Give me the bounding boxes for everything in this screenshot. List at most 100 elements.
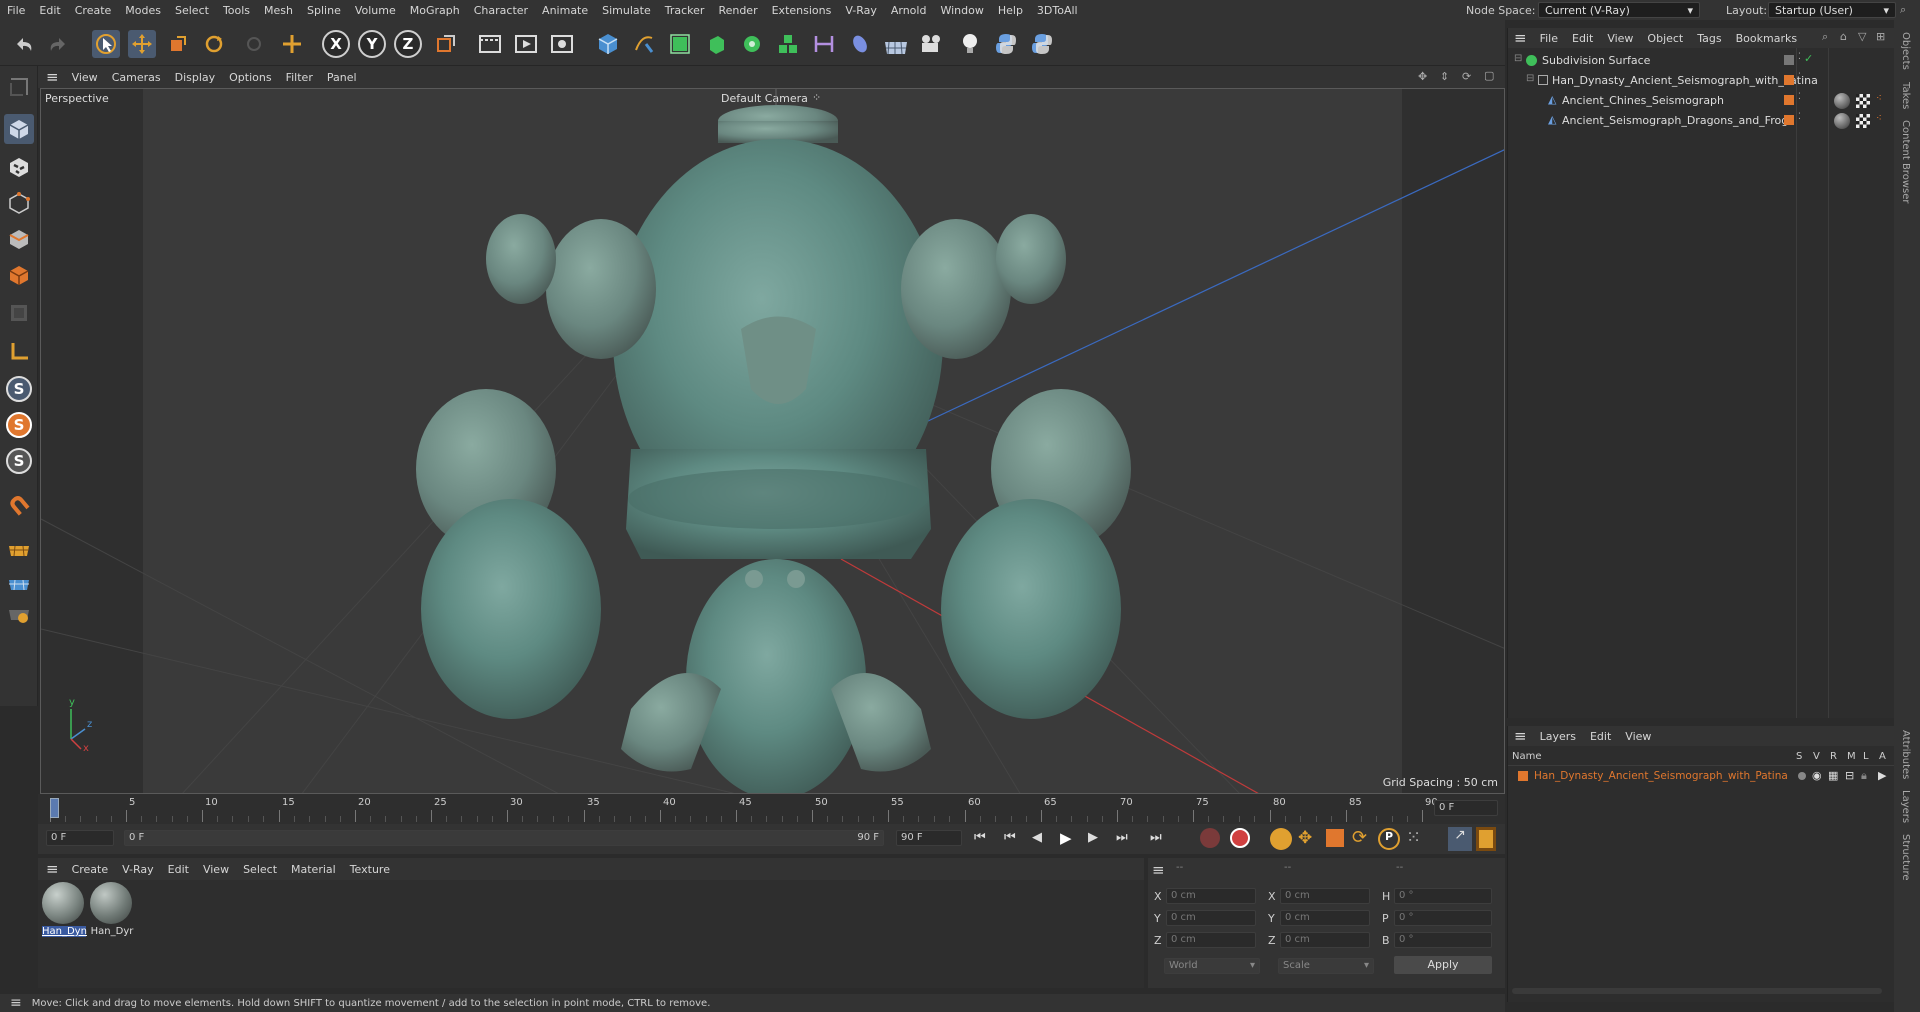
material-swatch[interactable]: Han_Dyr <box>90 882 134 942</box>
object-row[interactable]: ◭ Ancient_Chines_Seismograph ⁚ ⁖ <box>1508 92 1895 110</box>
search-icon[interactable]: ⌕ <box>1822 30 1828 44</box>
key-pla-icon[interactable]: ⁙ <box>1406 827 1421 848</box>
search-icon[interactable]: ⌕ <box>1900 3 1906 17</box>
material-menu-texture[interactable]: Texture <box>343 863 397 876</box>
menu-mograph[interactable]: MoGraph <box>403 4 467 17</box>
material-menu-create[interactable]: Create <box>65 863 116 876</box>
cloner-icon[interactable] <box>738 30 766 58</box>
layer-menu-view[interactable]: View <box>1618 730 1658 743</box>
autokey-icon[interactable] <box>1230 828 1250 848</box>
menu-window[interactable]: Window <box>933 4 990 17</box>
python-plugin-icon[interactable] <box>1028 30 1056 58</box>
render-region-icon[interactable] <box>476 30 504 58</box>
object-row[interactable]: ⊟ Han_Dynasty_Ancient_Seismograph_with_P… <box>1508 72 1895 90</box>
x-axis-lock-icon[interactable]: X <box>322 30 350 58</box>
layer-flag-render[interactable]: R <box>1830 751 1837 762</box>
size-y-field[interactable]: 0 cm <box>1280 910 1370 926</box>
animation-play-icon[interactable]: ▶ <box>1878 769 1886 782</box>
menu-edit[interactable]: Edit <box>32 4 67 17</box>
rotate-tool-icon[interactable] <box>200 30 228 58</box>
camera-icon[interactable] <box>918 30 946 58</box>
key-position-icon[interactable]: ✥ <box>1298 828 1312 848</box>
hamburger-menu-icon[interactable]: ≡ <box>1508 727 1533 745</box>
manager-icon[interactable]: ⊟ <box>1845 769 1854 782</box>
uvw-tag-icon[interactable] <box>1856 94 1870 108</box>
menu-extensions[interactable]: Extensions <box>765 4 839 17</box>
solo-dot-icon[interactable] <box>1798 772 1806 780</box>
object-row[interactable]: ⊟ Subdivision Surface ⁚ ✓ <box>1508 52 1895 70</box>
play-icon[interactable]: ▶ <box>1060 829 1072 847</box>
vertex-map-tag-icon[interactable]: ⁖ <box>1876 93 1882 104</box>
visibility-dots-icon[interactable]: ⁚ <box>1798 112 1801 122</box>
layer-row[interactable]: Han_Dynasty_Ancient_Seismograph_with_Pat… <box>1508 769 1895 785</box>
tab-layers[interactable]: Layers <box>1900 790 1911 823</box>
next-frame-icon[interactable]: ▶ <box>1088 830 1098 845</box>
rot-h-field[interactable]: 0 ° <box>1394 888 1492 904</box>
extrude-generator-icon[interactable] <box>702 30 730 58</box>
z-axis-lock-icon[interactable]: Z <box>394 30 422 58</box>
lock-icon[interactable]: 🔒︎ <box>1861 769 1867 783</box>
menu-tracker[interactable]: Tracker <box>658 4 712 17</box>
points-mode-icon[interactable] <box>4 188 34 218</box>
material-tag-icon[interactable] <box>1834 113 1850 129</box>
apply-button[interactable]: Apply <box>1394 956 1492 974</box>
goto-end-icon[interactable]: ⏭ <box>1150 830 1162 845</box>
menu-simulate[interactable]: Simulate <box>595 4 658 17</box>
workplane-snap-icon[interactable]: S <box>6 448 32 474</box>
live-selection-icon[interactable] <box>240 30 268 58</box>
material-menu-view[interactable]: View <box>196 863 236 876</box>
workplane-icon[interactable] <box>4 532 34 562</box>
material-tag-icon[interactable] <box>1834 93 1850 109</box>
uvw-tag-icon[interactable] <box>1856 114 1870 128</box>
prev-key-icon[interactable]: ⏮ <box>1004 830 1016 845</box>
pen-spline-icon[interactable] <box>630 30 658 58</box>
light-icon[interactable] <box>956 30 984 58</box>
menu-modes[interactable]: Modes <box>118 4 168 17</box>
model-mode-icon[interactable] <box>4 114 34 144</box>
enabled-check-icon[interactable]: ✓ <box>1804 52 1813 65</box>
menu-file[interactable]: File <box>0 4 32 17</box>
layer-color-icon[interactable] <box>1784 95 1794 105</box>
material-menu-select[interactable]: Select <box>236 863 284 876</box>
size-mode-dropdown[interactable]: Scale ▾ <box>1278 958 1374 974</box>
layer-menu-edit[interactable]: Edit <box>1583 730 1618 743</box>
visibility-dots-icon[interactable]: ⁚ <box>1798 92 1801 102</box>
rotate-view-icon[interactable]: ⟳ <box>1462 70 1471 83</box>
start-frame-field[interactable]: 0 F <box>46 830 114 846</box>
menu-render[interactable]: Render <box>711 4 764 17</box>
redo-icon[interactable] <box>44 30 72 58</box>
polygons-mode-icon[interactable] <box>4 260 34 290</box>
layer-flag-animation[interactable]: A <box>1879 751 1886 762</box>
menu-arnold[interactable]: Arnold <box>884 4 934 17</box>
collapse-toggle-icon[interactable]: ⊟ <box>1514 53 1522 64</box>
scale-tool-icon[interactable] <box>164 30 192 58</box>
snap-settings-icon[interactable]: S <box>6 412 32 438</box>
object-menu-edit[interactable]: Edit <box>1565 32 1600 45</box>
viewport-menu-filter[interactable]: Filter <box>279 71 320 84</box>
pos-y-field[interactable]: 0 cm <box>1166 910 1256 926</box>
layout-dropdown[interactable]: Startup (User) ▾ <box>1768 2 1896 18</box>
menu-mesh[interactable]: Mesh <box>257 4 300 17</box>
key-scale-icon[interactable] <box>1326 829 1344 847</box>
eye-icon[interactable]: ◉ <box>1812 769 1822 782</box>
timeline-window-icon[interactable] <box>1476 827 1496 851</box>
vertex-map-tag-icon[interactable]: ⁖ <box>1876 113 1882 124</box>
material-swatch[interactable]: Han_Dyn <box>42 882 87 942</box>
layer-tag-icon[interactable] <box>1784 55 1794 65</box>
coord-system-dropdown[interactable]: World ▾ <box>1164 958 1260 974</box>
make-editable-icon[interactable] <box>4 72 34 102</box>
grid-lock-icon[interactable] <box>4 566 34 596</box>
field-icon[interactable] <box>846 30 874 58</box>
uv-mode-icon[interactable] <box>4 298 34 328</box>
python-script-icon[interactable] <box>992 30 1020 58</box>
visibility-dots-icon[interactable]: ⁚ <box>1798 52 1801 62</box>
object-menu-view[interactable]: View <box>1600 32 1640 45</box>
key-all-icon[interactable] <box>1270 828 1292 850</box>
viewport-menu-options[interactable]: Options <box>222 71 278 84</box>
object-menu-tags[interactable]: Tags <box>1690 32 1728 45</box>
goto-start-icon[interactable]: ⏮ <box>974 830 986 845</box>
edges-mode-icon[interactable] <box>4 224 34 254</box>
tab-takes[interactable]: Takes <box>1900 82 1911 109</box>
deformer-icon[interactable] <box>810 30 838 58</box>
hamburger-menu-icon[interactable]: ≡ <box>1152 861 1165 879</box>
